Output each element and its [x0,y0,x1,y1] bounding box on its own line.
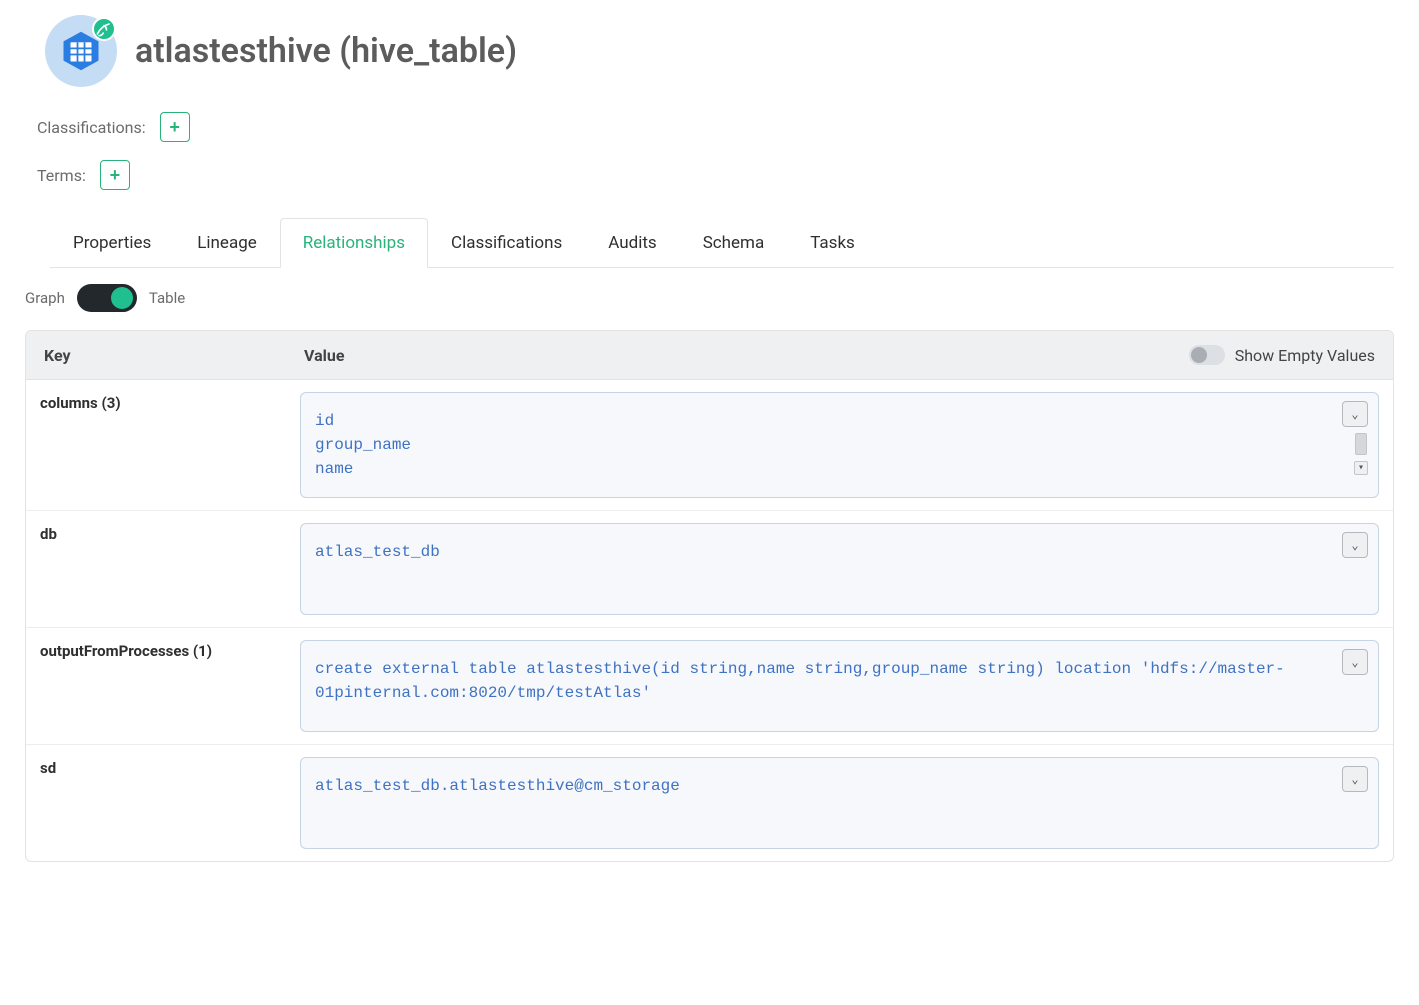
expand-value-button[interactable]: ⌄ [1342,532,1368,558]
value-box: create external table atlastesthive(id s… [300,640,1379,732]
tab-lineage[interactable]: Lineage [174,218,280,268]
value-link[interactable]: group_name [315,436,411,454]
relationships-table: Key Value Show Empty Values columns (3)i… [25,330,1394,862]
value-box: atlas_test_db ⌄ [300,523,1379,615]
expand-value-button[interactable]: ⌄ [1342,649,1368,675]
show-empty-values-label: Show Empty Values [1235,346,1375,365]
graph-table-toggle[interactable] [77,284,137,312]
table-row: db atlas_test_db ⌄ [26,511,1393,628]
table-row: outputFromProcesses (1) create external t… [26,628,1393,745]
table-row: sdatlas_test_db.atlastesthive@cm_storage… [26,745,1393,861]
table-row: columns (3) id group_namename ⌄ ▾ [26,380,1393,511]
value-box: atlas_test_db.atlastesthive@cm_storage ⌄ [300,757,1379,849]
value-link[interactable]: atlas_test_db.atlastesthive@cm_storage [315,777,680,795]
row-key: columns (3) [40,392,300,412]
row-key: db [40,523,300,543]
expand-value-button[interactable]: ⌄ [1342,766,1368,792]
graph-view-label: Graph [25,289,65,307]
tab-classifications[interactable]: Classifications [428,218,585,268]
table-view-label: Table [149,289,185,307]
terms-label: Terms: [37,166,86,185]
entity-tabs: PropertiesLineageRelationshipsClassifica… [50,218,1394,268]
value-link[interactable]: name [315,460,353,478]
value-link[interactable]: id [315,412,334,430]
scroll-down-icon: ▾ [1354,461,1368,475]
hive-badge-icon [92,17,116,41]
value-link[interactable]: create external table atlastesthive(id s… [315,660,1285,702]
plus-icon: + [169,117,180,138]
tab-relationships[interactable]: Relationships [280,218,428,268]
tab-tasks[interactable]: Tasks [787,218,878,268]
plus-icon: + [110,165,121,186]
show-empty-values-toggle[interactable] [1189,345,1225,365]
entity-title: atlastesthive (hive_table) [135,31,517,71]
chevron-down-icon: ⌄ [1351,407,1358,422]
scrollbar[interactable]: ▾ [1354,433,1368,475]
tab-audits[interactable]: Audits [585,218,679,268]
entity-type-icon [45,15,117,87]
value-box: id group_namename ⌄ ▾ [300,392,1379,498]
classifications-label: Classifications: [37,118,146,137]
chevron-down-icon: ⌄ [1351,772,1358,787]
chevron-down-icon: ⌄ [1351,655,1358,670]
column-header-key: Key [44,346,304,365]
value-link[interactable]: atlas_test_db [315,543,440,561]
expand-value-button[interactable]: ⌄ [1342,401,1368,427]
row-key: sd [40,757,300,777]
tab-properties[interactable]: Properties [50,218,174,268]
row-key: outputFromProcesses (1) [40,640,300,660]
chevron-down-icon: ⌄ [1351,538,1358,553]
tab-schema[interactable]: Schema [680,218,788,268]
row-count: (3) [98,394,121,412]
row-count: (1) [189,642,212,660]
add-classification-button[interactable]: + [160,112,190,142]
column-header-value: Value [304,346,1155,365]
add-term-button[interactable]: + [100,160,130,190]
